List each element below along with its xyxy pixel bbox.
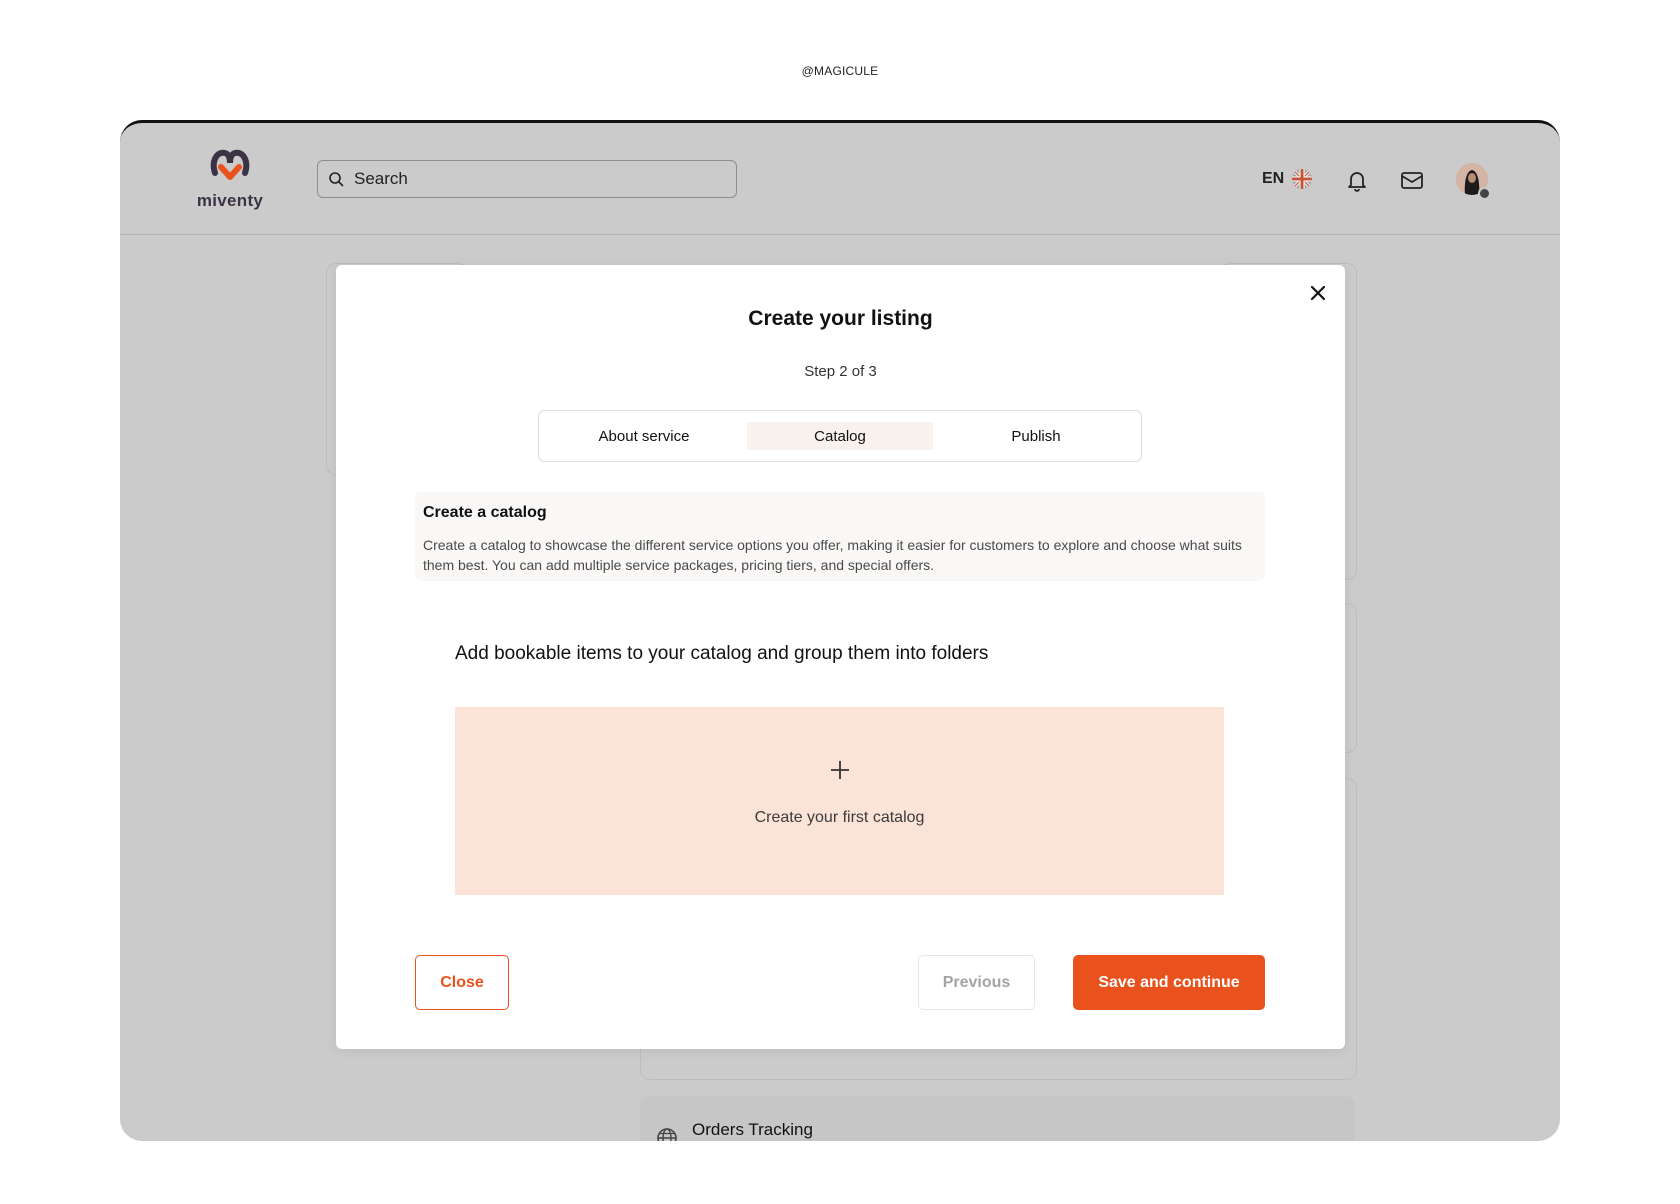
bell-icon[interactable] (1344, 167, 1370, 193)
create-first-catalog-label: Create your first catalog (754, 809, 925, 826)
info-description: Create a catalog to showcase the differe… (423, 537, 1242, 573)
tab-publish[interactable]: Publish (943, 422, 1129, 450)
language-code: EN (1262, 170, 1285, 187)
create-first-catalog-button[interactable]: Create your first catalog (455, 707, 1224, 895)
miventy-logo[interactable]: miventy (190, 147, 270, 213)
globe-icon (657, 1128, 677, 1141)
step-indicator: Step 2 of 3 (804, 363, 877, 380)
search-bar[interactable] (317, 160, 737, 198)
watermark: @MAGICULE (801, 64, 879, 78)
catalog-subheading: Add bookable items to your catalog and g… (455, 643, 989, 664)
info-title: Create a catalog (423, 504, 547, 521)
plus-icon (830, 761, 849, 779)
search-input[interactable] (352, 168, 716, 190)
step-tabs: About service Catalog Publish (538, 410, 1142, 462)
save-and-continue-button[interactable]: Save and continue (1073, 955, 1265, 1010)
language-selector[interactable]: EN (1262, 169, 1313, 189)
top-navigation-bar: miventy EN (120, 123, 1560, 235)
logo-icon (210, 149, 250, 180)
catalog-info-panel: Create a catalog Create a catalog to sho… (415, 492, 1265, 581)
previous-button[interactable]: Previous (918, 955, 1035, 1010)
orders-tracking-label: Orders Tracking (692, 1120, 813, 1139)
search-icon (329, 172, 344, 187)
mail-icon[interactable] (1399, 167, 1425, 193)
modal-title: Create your listing (748, 307, 933, 330)
logo-text: miventy (196, 191, 264, 210)
uk-flag-icon (1292, 169, 1313, 189)
status-indicator (1478, 187, 1491, 200)
close-icon[interactable] (1304, 279, 1332, 307)
create-listing-modal: Create your listing Step 2 of 3 About se… (336, 265, 1345, 1049)
tab-about-service[interactable]: About service (551, 422, 737, 450)
tab-catalog[interactable]: Catalog (747, 422, 933, 450)
close-button[interactable]: Close (415, 955, 509, 1010)
